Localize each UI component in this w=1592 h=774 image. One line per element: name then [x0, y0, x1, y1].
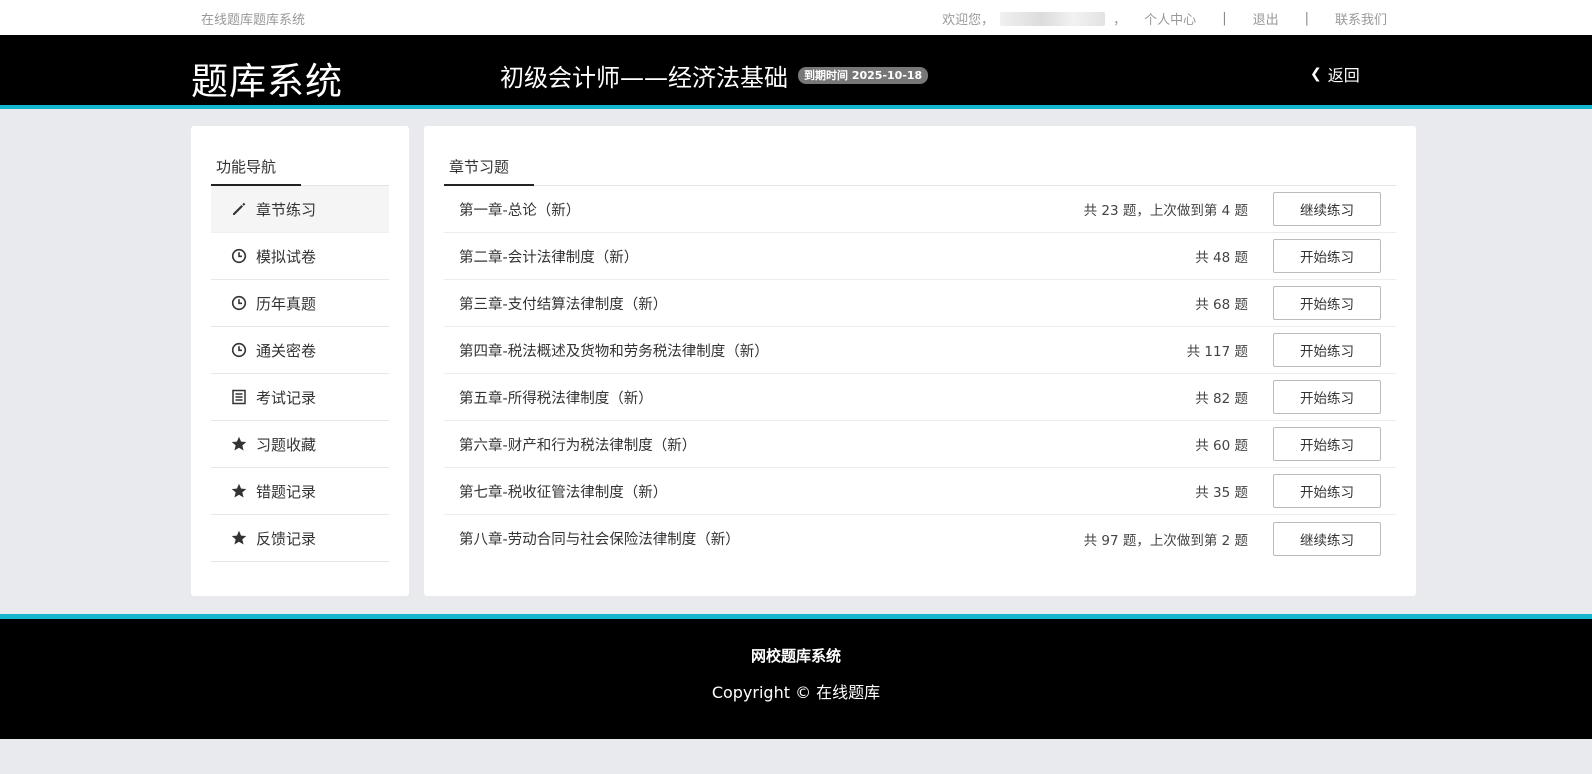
sidebar-item-favorites[interactable]: 习题收藏 — [211, 421, 389, 468]
panel-tabs: 章节习题 — [444, 126, 1396, 186]
sidebar-item-secret-papers[interactable]: 通关密卷 — [211, 327, 389, 374]
contact-link[interactable]: 联系我们 — [1335, 9, 1387, 28]
separator: | — [1222, 11, 1227, 26]
chapter-count: 共 48 题 — [1195, 250, 1248, 266]
start-practice-button[interactable]: 开始练习 — [1273, 333, 1381, 367]
username-redacted — [1000, 11, 1106, 26]
chapter-name: 第一章-总论（新） — [459, 202, 581, 219]
chapter-count: 共 35 题 — [1195, 485, 1248, 501]
top-bar: 在线题库题库系统 欢迎您， ， 个人中心 | 退出 | 联系我们 — [0, 0, 1592, 35]
sidebar-item-label: 通关密卷 — [256, 341, 317, 360]
continue-practice-button[interactable]: 继续练习 — [1273, 192, 1381, 226]
sidebar-item-past-papers[interactable]: 历年真题 — [211, 280, 389, 327]
chapter-name: 第四章-税法概述及货物和劳务税法律制度（新） — [459, 343, 769, 360]
star-icon — [231, 483, 247, 499]
clock-icon — [231, 248, 247, 264]
chevron-left-icon: ❮ — [1310, 66, 1322, 82]
chapter-row: 第六章-财产和行为税法律制度（新） 共 60 题 开始练习 — [444, 421, 1396, 468]
clock-icon — [231, 295, 247, 311]
start-practice-button[interactable]: 开始练习 — [1273, 286, 1381, 320]
site-footer: 网校题库系统 Copyright © 在线题库 — [0, 614, 1592, 739]
chapter-count: 共 23 题，上次做到第 4 题 — [1083, 203, 1248, 219]
tab-chapter-exercises[interactable]: 章节习题 — [449, 156, 509, 177]
course-title: 初级会计师——经济法基础 — [500, 64, 788, 92]
sidebar-header: 功能导航 — [211, 126, 389, 186]
sidebar-title-underline — [211, 184, 301, 186]
chapter-name: 第五章-所得税法律制度（新） — [459, 390, 653, 407]
sidebar-item-label: 历年真题 — [256, 294, 317, 313]
chapter-name: 第七章-税收征管法律制度（新） — [459, 484, 668, 501]
chapter-row: 第七章-税收征管法律制度（新） 共 35 题 开始练习 — [444, 468, 1396, 515]
chapter-count: 共 60 题 — [1195, 438, 1248, 454]
separator: | — [1304, 11, 1309, 26]
course-title-group: 初级会计师——经济法基础 到期时间 2025-10-18 — [500, 58, 929, 93]
chapter-row: 第二章-会计法律制度（新） 共 48 题 开始练习 — [444, 233, 1396, 280]
sidebar-item-wrong-answers[interactable]: 错题记录 — [211, 468, 389, 515]
clock-icon — [231, 342, 247, 358]
expiry-badge: 到期时间 2025-10-18 — [798, 67, 929, 84]
chapter-count: 共 117 题 — [1186, 344, 1248, 360]
start-practice-button[interactable]: 开始练习 — [1273, 474, 1381, 508]
chapter-row: 第八章-劳动合同与社会保险法律制度（新） 共 97 题，上次做到第 2 题 继续… — [444, 515, 1396, 562]
site-header: 题库系统 初级会计师——经济法基础 到期时间 2025-10-18 ❮ 返回 — [0, 35, 1592, 109]
chapter-name: 第二章-会计法律制度（新） — [459, 249, 639, 266]
chapter-count: 共 97 题，上次做到第 2 题 — [1083, 532, 1248, 549]
sidebar-title: 功能导航 — [216, 158, 277, 176]
start-practice-button[interactable]: 开始练习 — [1273, 427, 1381, 461]
chapter-panel: 章节习题 第一章-总论（新） 共 23 题，上次做到第 4 题 继续练习 第二章… — [424, 126, 1416, 596]
continue-practice-button[interactable]: 继续练习 — [1273, 521, 1381, 556]
chapter-count: 共 82 题 — [1195, 391, 1248, 407]
footer-copyright: Copyright © 在线题库 — [711, 683, 881, 702]
chapter-row: 第四章-税法概述及货物和劳务税法律制度（新） 共 117 题 开始练习 — [444, 327, 1396, 374]
site-logo[interactable]: 题库系统 — [191, 51, 343, 105]
chapter-name: 第八章-劳动合同与社会保险法律制度（新） — [459, 532, 740, 548]
chapter-name: 第六章-财产和行为税法律制度（新） — [459, 437, 697, 454]
back-button[interactable]: ❮ 返回 — [1310, 62, 1360, 86]
sidebar-item-label: 考试记录 — [256, 388, 317, 407]
sidebar-item-label: 习题收藏 — [256, 435, 317, 454]
footer-title: 网校题库系统 — [750, 647, 841, 665]
tab-underline — [444, 184, 534, 186]
chapter-row: 第五章-所得税法律制度（新） 共 82 题 开始练习 — [444, 374, 1396, 421]
back-label: 返回 — [1327, 66, 1360, 85]
list-icon — [231, 389, 247, 405]
pencil-icon — [231, 201, 247, 217]
chapter-row: 第三章-支付结算法律制度（新） 共 68 题 开始练习 — [444, 280, 1396, 327]
star-icon — [231, 436, 247, 452]
sidebar-item-label: 章节练习 — [256, 200, 317, 219]
sidebar-item-mock-exam[interactable]: 模拟试卷 — [211, 233, 389, 280]
sidebar-nav: 功能导航 章节练习 模拟试卷 历年真题 通关密卷 考试记录 习题收藏 错题记录 … — [191, 126, 409, 596]
chapter-count: 共 68 题 — [1195, 297, 1248, 313]
star-icon — [231, 530, 247, 546]
logout-link[interactable]: 退出 — [1253, 9, 1279, 28]
main-area: 功能导航 章节练习 模拟试卷 历年真题 通关密卷 考试记录 习题收藏 错题记录 … — [0, 109, 1592, 614]
top-user-links: 欢迎您， ， 个人中心 | 退出 | 联系我们 — [942, 9, 1387, 28]
sidebar-item-label: 反馈记录 — [256, 529, 317, 548]
sidebar-item-label: 模拟试卷 — [256, 247, 317, 266]
sidebar-item-label: 错题记录 — [256, 482, 317, 501]
sidebar-item-feedback[interactable]: 反馈记录 — [211, 515, 389, 562]
profile-link[interactable]: 个人中心 — [1144, 9, 1196, 28]
sidebar-item-exam-records[interactable]: 考试记录 — [211, 374, 389, 421]
start-practice-button[interactable]: 开始练习 — [1273, 239, 1381, 273]
chapter-row: 第一章-总论（新） 共 23 题，上次做到第 4 题 继续练习 — [444, 186, 1396, 233]
sidebar-item-chapter-practice[interactable]: 章节练习 — [211, 186, 389, 233]
start-practice-button[interactable]: 开始练习 — [1273, 380, 1381, 414]
chapter-name: 第三章-支付结算法律制度（新） — [459, 296, 668, 313]
site-name: 在线题库题库系统 — [201, 13, 306, 28]
welcome-text: 欢迎您， — [942, 13, 995, 28]
welcome-comma: ， — [1113, 13, 1127, 28]
